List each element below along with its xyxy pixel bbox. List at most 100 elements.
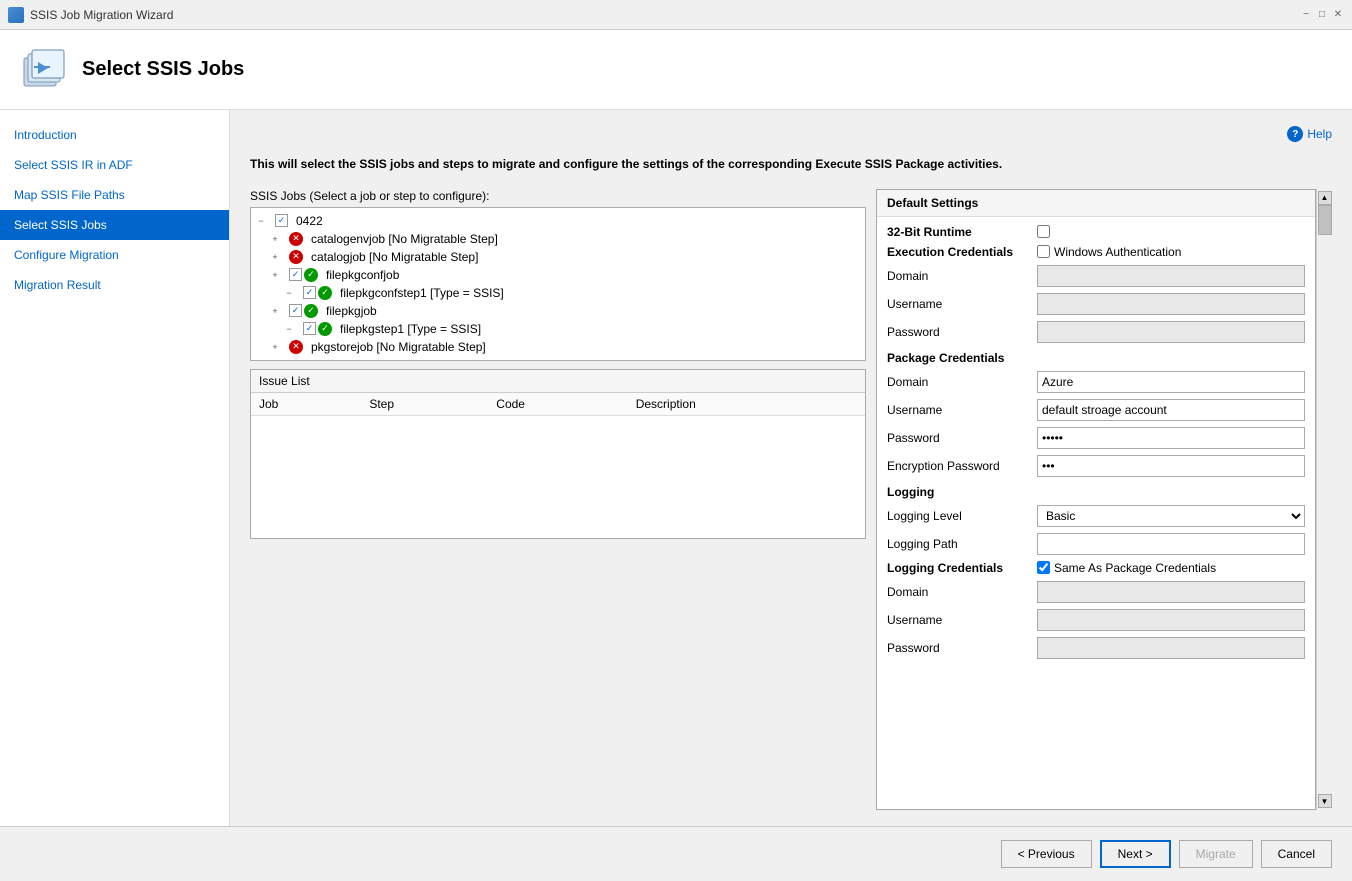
input-encryption-password[interactable] (1037, 455, 1305, 477)
status-ok-filepkgconfstep1: ✓ (318, 286, 332, 300)
status-error-catalogenvjob: ✕ (289, 232, 303, 246)
label-username1: Username (887, 297, 1037, 311)
field-password1: Password (887, 321, 1305, 343)
tree-toggle-filepkgconfjob[interactable]: + (269, 269, 281, 281)
sidebar-item-map-paths[interactable]: Map SSIS File Paths (0, 180, 229, 210)
field-password3: Password (887, 637, 1305, 659)
field-username3: Username (887, 609, 1305, 631)
input-username1[interactable] (1037, 293, 1305, 315)
label-username2: Username (887, 403, 1037, 417)
section-package-credentials: Package Credentials (887, 351, 1305, 365)
tree-node-pkgstorejob[interactable]: + ✕ pkgstorejob [No Migratable Step] (255, 338, 861, 356)
input-password3[interactable] (1037, 637, 1305, 659)
field-domain1: Domain (887, 265, 1305, 287)
scroll-track[interactable] (1318, 205, 1332, 794)
tree-checkbox-root[interactable] (275, 214, 288, 227)
right-panel: Default Settings 32-Bit Runtime Executio… (876, 189, 1316, 810)
checkbox-same-as-package[interactable] (1037, 561, 1050, 574)
tree-checkbox-filepkgstep1[interactable] (303, 322, 316, 335)
scroll-down-btn[interactable]: ▼ (1318, 794, 1332, 808)
tree-toggle-root[interactable]: − (255, 215, 267, 227)
next-button[interactable]: Next > (1100, 840, 1171, 868)
tree-checkbox-filepkgconfjob[interactable] (289, 268, 302, 281)
issue-table-header: Job Step Code Description (251, 393, 865, 416)
header: Select SSIS Jobs (0, 30, 1352, 110)
ctrl-domain1 (1037, 265, 1305, 287)
field-logging-level: Logging Level Basic None Verbose Perform… (887, 505, 1305, 527)
input-password2[interactable] (1037, 427, 1305, 449)
minimize-button[interactable]: − (1300, 9, 1312, 21)
help-link[interactable]: ? Help (1287, 126, 1332, 142)
sidebar-item-select-ir[interactable]: Select SSIS IR in ADF (0, 150, 229, 180)
close-button[interactable]: ✕ (1332, 9, 1344, 21)
label-password1: Password (887, 325, 1037, 339)
settings-scrollbar[interactable]: ▲ ▼ (1316, 189, 1332, 810)
tree-checkbox-filepkgconfstep1[interactable] (303, 286, 316, 299)
tree-node-filepkgconfjob[interactable]: + ✓ filepkgconfjob (255, 266, 861, 284)
tree-checkbox-filepkgjob[interactable] (289, 304, 302, 317)
label-domain1: Domain (887, 269, 1037, 283)
main-layout: Introduction Select SSIS IR in ADF Map S… (0, 110, 1352, 826)
sidebar-item-select-jobs[interactable]: Select SSIS Jobs (0, 210, 229, 240)
maximize-button[interactable]: □ (1316, 9, 1328, 21)
tree-node-catalogenvjob[interactable]: + ✕ catalogenvjob [No Migratable Step] (255, 230, 861, 248)
tree-toggle-filepkgconfstep1[interactable]: − (283, 287, 295, 299)
input-domain1[interactable] (1037, 265, 1305, 287)
tree-text-filepkgconfjob: filepkgconfjob (326, 268, 399, 282)
tree-node-filepkgconfstep1[interactable]: − ✓ filepkgconfstep1 [Type = SSIS] (255, 284, 861, 302)
sidebar-item-configure[interactable]: Configure Migration (0, 240, 229, 270)
previous-button[interactable]: < Previous (1001, 840, 1092, 868)
input-domain2[interactable] (1037, 371, 1305, 393)
checkbox-32bit[interactable] (1037, 225, 1050, 238)
status-ok-filepkgconfjob: ✓ (304, 268, 318, 282)
col-job: Job (251, 393, 361, 416)
scroll-up-btn[interactable]: ▲ (1318, 191, 1332, 205)
label-password3: Password (887, 641, 1037, 655)
status-ok-filepkgstep1: ✓ (318, 322, 332, 336)
ctrl-username3 (1037, 609, 1305, 631)
migrate-button[interactable]: Migrate (1179, 840, 1253, 868)
ctrl-encryption-password (1037, 455, 1305, 477)
tree-toggle-filepkgstep1[interactable]: − (283, 323, 295, 335)
settings-header: Default Settings (877, 190, 1315, 217)
status-ok-filepkgjob: ✓ (304, 304, 318, 318)
input-username3[interactable] (1037, 609, 1305, 631)
page-title: Select SSIS Jobs (82, 58, 244, 81)
tree-toggle-filepkgjob[interactable]: + (269, 305, 281, 317)
input-domain3[interactable] (1037, 581, 1305, 603)
description-text: This will select the SSIS jobs and steps… (250, 156, 1332, 173)
tree-text-filepkgstep1: filepkgstep1 [Type = SSIS] (340, 322, 481, 336)
cancel-button[interactable]: Cancel (1261, 840, 1332, 868)
field-logging-credentials: Logging Credentials Same As Package Cred… (887, 561, 1305, 575)
input-username2[interactable] (1037, 399, 1305, 421)
tree-node-catalogjob[interactable]: + ✕ catalogjob [No Migratable Step] (255, 248, 861, 266)
tree-label: SSIS Jobs (Select a job or step to confi… (250, 189, 866, 203)
checkbox-windows-auth[interactable] (1037, 245, 1050, 258)
tree-panel[interactable]: − 0422 + ✕ catalogenvjob [No M (250, 207, 866, 361)
right-panel-wrapper: Default Settings 32-Bit Runtime Executio… (876, 189, 1332, 810)
tree-toggle-catalogenvjob[interactable]: + (269, 233, 281, 245)
tree-node-filepkgjob[interactable]: + ✓ filepkgjob (255, 302, 861, 320)
ctrl-domain2 (1037, 371, 1305, 393)
tree-toggle-pkgstorejob[interactable]: + (269, 341, 281, 353)
settings-body: 32-Bit Runtime Execution Credentials Win… (877, 217, 1315, 809)
tree-node-root[interactable]: − 0422 (255, 212, 861, 230)
ctrl-username1 (1037, 293, 1305, 315)
sidebar-item-introduction[interactable]: Introduction (0, 120, 229, 150)
input-password1[interactable] (1037, 321, 1305, 343)
input-logging-path[interactable] (1037, 533, 1305, 555)
col-desc: Description (628, 393, 865, 416)
scroll-thumb[interactable] (1318, 205, 1332, 235)
sidebar-item-result[interactable]: Migration Result (0, 270, 229, 300)
tree-text-catalogenvjob: catalogenvjob [No Migratable Step] (311, 232, 498, 246)
tree-text-filepkgjob: filepkgjob (326, 304, 377, 318)
label-same-as-package: Same As Package Credentials (1054, 561, 1216, 575)
tree-toggle-catalogjob[interactable]: + (269, 251, 281, 263)
title-bar: SSIS Job Migration Wizard − □ ✕ (0, 0, 1352, 30)
tree-node-filepkgstep1[interactable]: − ✓ filepkgstep1 [Type = SSIS] (255, 320, 861, 338)
field-logging-path: Logging Path (887, 533, 1305, 555)
ctrl-logging-path (1037, 533, 1305, 555)
label-encryption-password: Encryption Password (887, 459, 1037, 473)
select-logging-level[interactable]: Basic None Verbose Performance RuntimeLi… (1037, 505, 1305, 527)
tree-text-root: 0422 (296, 214, 323, 228)
